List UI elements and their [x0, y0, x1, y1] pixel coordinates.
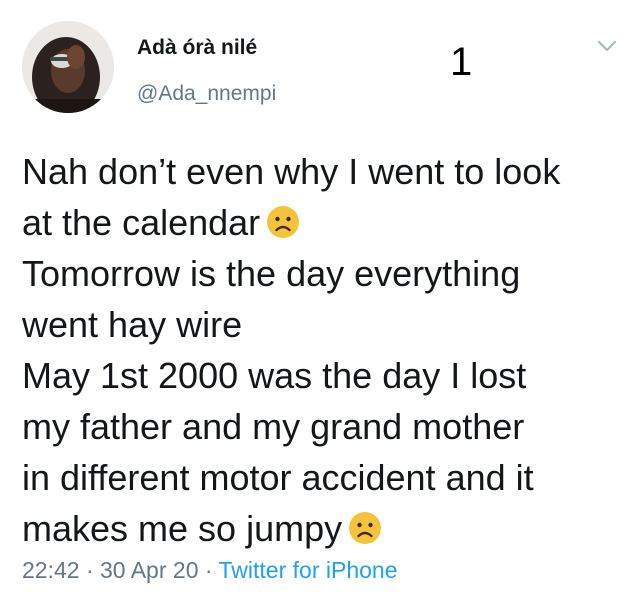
tweet-line: in different motor accident and it [22, 457, 534, 498]
avatar[interactable] [22, 21, 114, 113]
meta-separator: · [198, 557, 219, 583]
tweet-line: makes me so jumpy [22, 503, 632, 554]
tweet-source-link[interactable]: Twitter for iPhone [219, 557, 398, 583]
chevron-down-icon[interactable] [596, 38, 618, 54]
overlay-number: 1 [450, 40, 473, 84]
sad-face-icon [349, 512, 382, 544]
avatar-image [22, 21, 114, 113]
display-name[interactable]: Adà órà nilé [137, 36, 257, 60]
sad-face-icon [267, 206, 300, 238]
tweet-line: my father and my grand mother [22, 406, 525, 447]
tweet-line: May 1st 2000 was the day I lost [22, 355, 527, 396]
tweet-metadata: 22:42 · 30 Apr 20 · Twitter for iPhone [22, 557, 397, 584]
meta-separator: · [79, 557, 101, 583]
username-handle[interactable]: @Ada_nnempi [137, 82, 276, 106]
tweet-line: Tomorrow is the day everything [22, 253, 521, 294]
tweet-text: Nah don’t even why I went to look at the… [22, 146, 632, 554]
tweet-line: went hay wire [22, 304, 243, 345]
tweet-line: at the calendar [22, 197, 632, 248]
tweet-date[interactable]: 30 Apr 20 [100, 557, 198, 583]
tweet-time[interactable]: 22:42 [22, 557, 80, 583]
tweet-line: Nah don’t even why I went to look [22, 151, 561, 192]
